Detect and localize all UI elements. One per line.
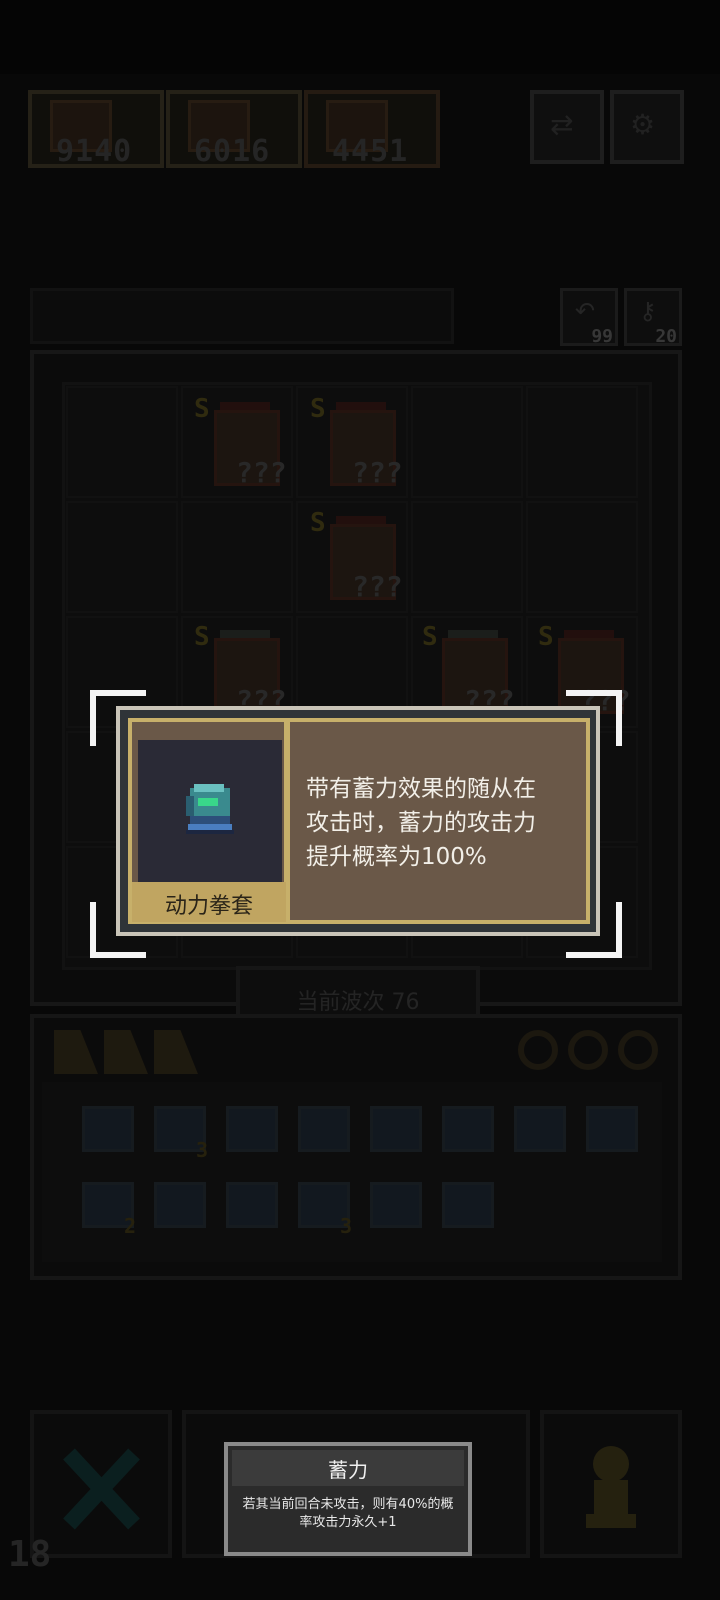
item-name-plate: 动力拳套 bbox=[132, 882, 286, 922]
tooltip-body: 若其当前回合未攻击，则有40%的概率攻击力永久+1 bbox=[242, 1497, 454, 1530]
item-description: 带有蓄力效果的随从在攻击时，蓄力的攻击力提升概率为100% bbox=[306, 776, 536, 870]
power-gauntlet-icon bbox=[186, 784, 234, 834]
ability-tooltip: 蓄力 若其当前回合未攻击，则有40%的概率攻击力永久+1 bbox=[224, 1442, 472, 1556]
tooltip-header: 蓄力 bbox=[232, 1450, 464, 1486]
item-name: 动力拳套 bbox=[164, 894, 253, 919]
game-screen: 9140 6016 4451 ⇄ ⚙ ↶ 99 ⚷ 20 S ??? S ???… bbox=[0, 0, 720, 1600]
tooltip-title: 蓄力 bbox=[328, 1458, 368, 1482]
item-icon-box bbox=[138, 740, 282, 886]
